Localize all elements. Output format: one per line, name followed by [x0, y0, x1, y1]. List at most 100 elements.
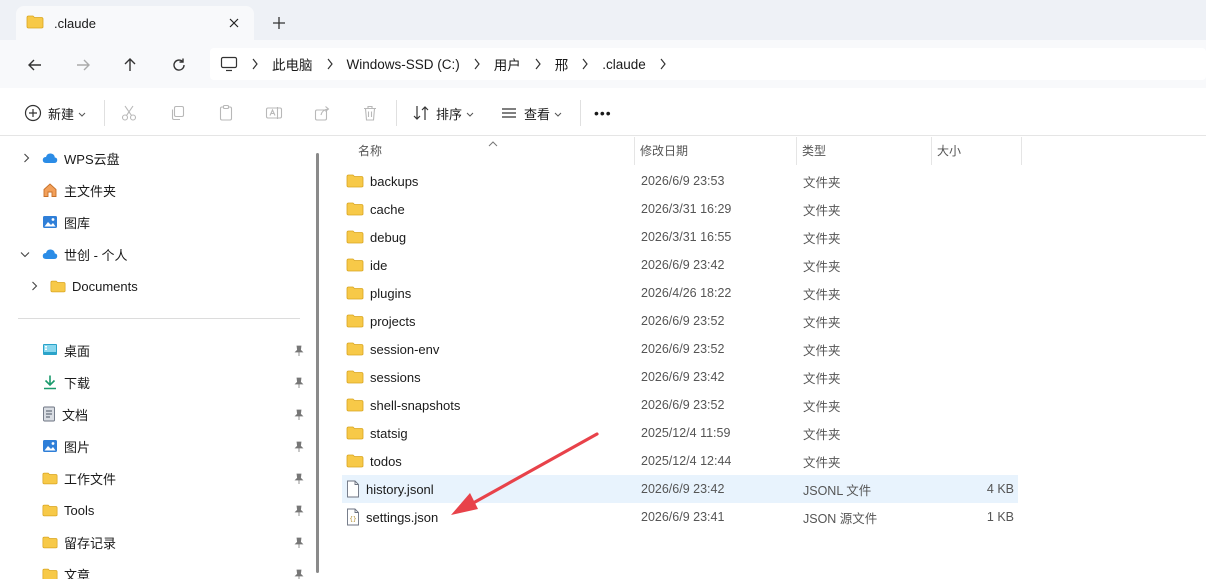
pin-icon[interactable] — [293, 409, 305, 421]
column-divider[interactable] — [634, 137, 635, 165]
column-header-size[interactable]: 大小 — [937, 137, 961, 163]
file-name-cell[interactable]: plugins — [346, 286, 411, 301]
sidebar-item-home[interactable]: 主文件夹 — [42, 176, 116, 204]
file-row[interactable]: cache 2026/3/31 16:29 文件夹 — [342, 195, 1018, 223]
pin-icon[interactable] — [293, 345, 305, 357]
folder-icon — [346, 286, 364, 300]
column-divider[interactable] — [1021, 137, 1022, 165]
file-row[interactable]: todos 2025/12/4 12:44 文件夹 — [342, 447, 1018, 475]
sidebar-item-onedrive-personal[interactable]: 世创 - 个人 — [42, 240, 128, 268]
chevron-right-icon[interactable] — [28, 280, 40, 292]
sidebar-item-work-files[interactable]: 工作文件 — [42, 464, 116, 492]
file-row[interactable]: history.jsonl 2026/6/9 23:42 JSONL 文件 4 KB — [342, 475, 1018, 503]
file-name-cell[interactable]: todos — [346, 454, 402, 469]
file-name-cell[interactable]: session-env — [346, 342, 439, 357]
refresh-button[interactable] — [168, 54, 190, 76]
file-row[interactable]: projects 2026/6/9 23:52 文件夹 — [342, 307, 1018, 335]
tab-claude[interactable]: .claude — [16, 6, 254, 40]
file-row[interactable]: backups 2026/6/9 23:53 文件夹 — [342, 167, 1018, 195]
file-name-cell[interactable]: {} settings.json — [346, 508, 438, 526]
file-name-cell[interactable]: history.jsonl — [346, 480, 434, 498]
file-type: 文件夹 — [803, 231, 841, 246]
pin-icon[interactable] — [293, 505, 305, 517]
column-header-date[interactable]: 修改日期 — [640, 137, 688, 163]
file-name-cell[interactable]: cache — [346, 202, 405, 217]
breadcrumb-this-pc[interactable]: 此电脑 — [272, 54, 313, 74]
chevron-right-icon[interactable] — [527, 56, 549, 72]
sort-button[interactable]: 排序 — [412, 102, 474, 124]
sidebar-item-records[interactable]: 留存记录 — [42, 528, 116, 556]
file-row[interactable]: ide 2026/6/9 23:42 文件夹 — [342, 251, 1018, 279]
more-options-button[interactable]: ••• — [594, 102, 612, 124]
pin-icon[interactable] — [293, 569, 305, 579]
file-row[interactable]: plugins 2026/4/26 18:22 文件夹 — [342, 279, 1018, 307]
pin-icon[interactable] — [293, 537, 305, 549]
column-header-name[interactable]: 名称 — [358, 137, 382, 163]
copy-icon[interactable] — [169, 102, 187, 124]
file-name-cell[interactable]: statsig — [346, 426, 408, 441]
new-tab-button[interactable] — [270, 14, 288, 32]
sidebar-item-pictures[interactable]: 图片 — [42, 432, 90, 460]
pin-icon[interactable] — [293, 473, 305, 485]
sidebar-scrollbar[interactable] — [316, 153, 319, 573]
file-row[interactable]: session-env 2026/6/9 23:52 文件夹 — [342, 335, 1018, 363]
chevron-down-icon — [554, 106, 562, 121]
breadcrumb-drive[interactable]: Windows-SSD (C:) — [347, 57, 460, 72]
back-button[interactable] — [24, 54, 46, 76]
new-button[interactable]: 新建 — [24, 102, 86, 124]
share-icon[interactable] — [313, 102, 331, 124]
file-name-cell[interactable]: shell-snapshots — [346, 398, 460, 413]
paste-icon[interactable] — [217, 102, 235, 124]
column-divider[interactable] — [796, 137, 797, 165]
file-row[interactable]: sessions 2026/6/9 23:42 文件夹 — [342, 363, 1018, 391]
chevron-right-icon[interactable] — [574, 56, 596, 72]
breadcrumb-user[interactable]: 邢 — [555, 54, 569, 74]
forward-button[interactable] — [72, 54, 94, 76]
chevron-right-icon[interactable] — [466, 56, 488, 72]
up-button[interactable] — [119, 54, 141, 76]
sidebar-item-articles[interactable]: 文章 — [42, 560, 90, 579]
delete-icon[interactable] — [361, 102, 379, 124]
chevron-down-icon[interactable] — [19, 248, 31, 260]
file-row[interactable]: {} settings.json 2026/6/9 23:41 JSON 源文件 1 K… — [342, 503, 1018, 531]
sidebar-item-downloads[interactable]: 下载 — [42, 368, 90, 396]
column-header-type[interactable]: 类型 — [802, 137, 826, 163]
sidebar-item-wps-cloud[interactable]: WPS云盘 — [42, 144, 120, 172]
file-name-cell[interactable]: debug — [346, 230, 406, 245]
chevron-right-icon[interactable] — [244, 56, 266, 72]
sidebar-item-desktop[interactable]: 桌面 — [42, 336, 90, 364]
file-date: 2026/6/9 23:42 — [641, 482, 725, 496]
file-row[interactable]: shell-snapshots 2026/6/9 23:52 文件夹 — [342, 391, 1018, 419]
file-name-cell[interactable]: projects — [346, 314, 416, 329]
chevron-right-icon[interactable] — [319, 56, 341, 72]
file-list: 名称 修改日期 类型 大小 backups 2026/6/9 23:53 文件夹 ca… — [328, 137, 1206, 579]
file-name: projects — [370, 313, 416, 329]
sidebar-item-documents[interactable]: Documents — [50, 272, 138, 300]
folder-icon — [26, 15, 44, 32]
sidebar-item-tools[interactable]: Tools — [42, 496, 94, 524]
file-size: 4 KB — [986, 482, 1014, 496]
view-button[interactable]: 查看 — [500, 102, 562, 124]
file-name-cell[interactable]: ide — [346, 258, 387, 273]
cloud-icon — [42, 152, 58, 164]
close-tab-icon[interactable] — [226, 15, 242, 31]
pin-icon[interactable] — [293, 441, 305, 453]
chevron-right-icon[interactable] — [652, 56, 674, 72]
column-divider[interactable] — [931, 137, 932, 165]
file-name-cell[interactable]: sessions — [346, 370, 421, 385]
pin-icon[interactable] — [293, 377, 305, 389]
rename-icon[interactable] — [265, 102, 283, 124]
file-row[interactable]: debug 2026/3/31 16:55 文件夹 — [342, 223, 1018, 251]
file-type: 文件夹 — [803, 343, 841, 358]
sidebar-item-docs[interactable]: 文档 — [42, 400, 88, 428]
breadcrumb-claude[interactable]: .claude — [602, 57, 646, 72]
chevron-right-icon[interactable] — [20, 152, 32, 164]
file-name-cell[interactable]: backups — [346, 174, 418, 189]
address-bar[interactable]: 此电脑 Windows-SSD (C:) 用户 邢 .claude — [210, 48, 1206, 80]
file-name: statsig — [370, 425, 408, 441]
command-bar: 新建 排序 查看 ••• — [0, 88, 1206, 136]
breadcrumb-users[interactable]: 用户 — [494, 54, 521, 74]
cut-icon[interactable] — [120, 102, 138, 124]
sidebar-item-gallery[interactable]: 图库 — [42, 208, 90, 236]
file-row[interactable]: statsig 2025/12/4 11:59 文件夹 — [342, 419, 1018, 447]
